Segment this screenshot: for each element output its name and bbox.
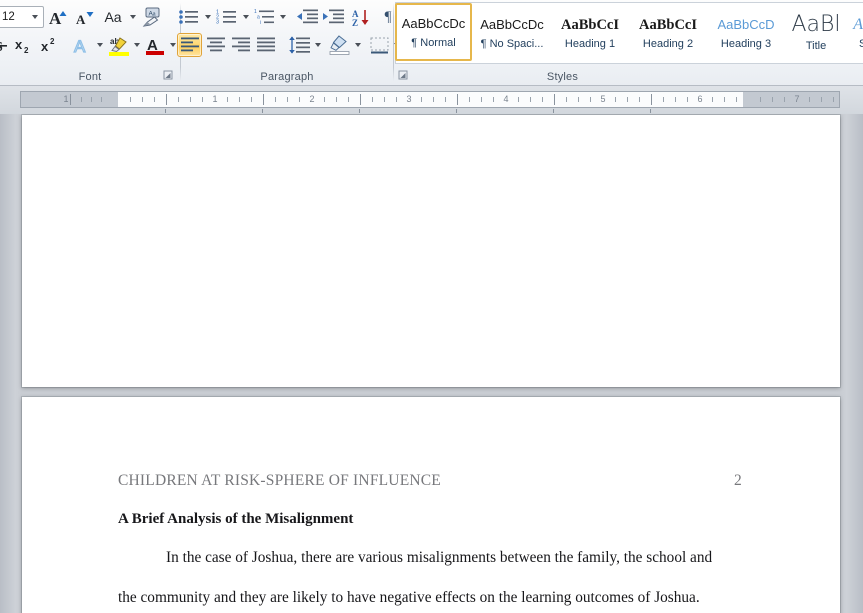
canvas-left-gutter [0, 114, 22, 613]
style-item-heading-1[interactable]: AaBbCcI Heading 1 [552, 4, 628, 62]
ruler-right-margin-zone [743, 92, 839, 107]
svg-text:A: A [74, 37, 86, 56]
font-dialog-launcher[interactable] [162, 69, 174, 81]
shading-dropdown-arrow[interactable] [351, 33, 364, 57]
font-size-value: 12 [2, 11, 15, 23]
change-case-dropdown-arrow[interactable] [126, 5, 139, 29]
ribbon-group-styles: AaBbCcDc ¶ Normal AaBbCcDc ¶ No Spaci...… [394, 0, 863, 85]
svg-text:S: S [0, 40, 3, 55]
style-preview-title: AaBl [791, 12, 841, 37]
svg-text:x: x [41, 39, 49, 54]
svg-text:2: 2 [24, 46, 29, 55]
numbering-dropdown-arrow[interactable] [239, 5, 252, 29]
svg-text:Z: Z [352, 18, 358, 27]
align-left-button[interactable] [177, 33, 202, 57]
numbering-button[interactable]: 1 2 3 [215, 5, 239, 29]
multilevel-list-dropdown-arrow[interactable] [276, 5, 289, 29]
document-page-1[interactable] [22, 115, 840, 387]
style-preview-heading-2: AaBbCcI [638, 17, 697, 33]
ribbon-group-font: 12 A A Aa A a x 2 x 2 A ab A Font [0, 0, 180, 85]
svg-text:a: a [153, 11, 156, 17]
document-page-number: 2 [734, 472, 742, 489]
style-name-title: Title [805, 40, 827, 52]
svg-text:A: A [76, 12, 86, 27]
document-body-line-1: In the case of Joshua, there are various… [166, 549, 713, 566]
style-preview-heading-3: AaBbCcD [717, 17, 775, 32]
ruler-number-2: 2 [309, 94, 315, 104]
document-canvas[interactable]: CHILDREN AT RISK-SPHERE OF INFLUENCE 2 A… [0, 114, 863, 613]
ruler-number-1: 1 [212, 94, 218, 104]
ribbon: 12 A A Aa A a x 2 x 2 A ab A Font 1 2 3 … [0, 0, 863, 86]
justify-button[interactable] [253, 33, 278, 57]
style-item-heading-2[interactable]: AaBbCcI Heading 2 [630, 4, 706, 62]
style-item-subtitle[interactable]: AaB Sul [846, 4, 863, 62]
font-size-dropdown-arrow[interactable] [27, 15, 43, 19]
align-right-button[interactable] [228, 33, 253, 57]
svg-text:2: 2 [50, 37, 55, 46]
borders-button[interactable] [367, 33, 391, 57]
style-name-no-spacing: ¶ No Spaci... [480, 38, 544, 50]
ruler-number-6: 6 [697, 94, 703, 104]
multilevel-list-button[interactable]: 1 a i [253, 5, 277, 29]
svg-text:x: x [15, 37, 23, 52]
svg-text:3: 3 [216, 20, 219, 26]
style-preview-normal: AaBbCcDc [401, 16, 466, 31]
text-highlight-dropdown-arrow[interactable] [130, 33, 143, 57]
shrink-font-button[interactable]: A [72, 5, 96, 29]
style-preview-subtitle: AaB [853, 16, 863, 33]
bullets-dropdown-arrow[interactable] [201, 5, 214, 29]
ribbon-group-styles-label: Styles [546, 71, 579, 83]
ruler-band: 1 1 2 3 4 5 6 7 [0, 86, 863, 203]
strikethrough-button[interactable]: S [0, 33, 12, 57]
line-spacing-dropdown-arrow[interactable] [311, 33, 324, 57]
canvas-right-gutter [840, 114, 863, 613]
superscript-button[interactable]: x 2 [38, 33, 64, 57]
style-name-subtitle: Sul [859, 36, 863, 52]
style-name-normal: ¶ Normal [411, 37, 456, 49]
decrease-indent-button[interactable] [294, 5, 320, 29]
clear-formatting-button[interactable]: A a [139, 5, 165, 29]
ribbon-group-font-label: Font [78, 71, 102, 83]
line-spacing-button[interactable] [286, 33, 312, 57]
document-heading: A Brief Analysis of the Misalignment [118, 511, 354, 527]
text-effects-button[interactable]: A [70, 33, 94, 57]
horizontal-ruler[interactable]: 1 1 2 3 4 5 6 7 [20, 91, 840, 108]
ruler-number-3: 3 [406, 94, 412, 104]
shading-button[interactable] [326, 33, 352, 57]
style-name-heading-1: Heading 1 [564, 38, 616, 50]
text-highlight-color-button[interactable]: ab [107, 33, 131, 57]
grow-font-button[interactable]: A [46, 5, 72, 29]
bullets-button[interactable] [177, 5, 201, 29]
subscript-button[interactable]: x 2 [12, 33, 38, 57]
document-body-line-2: the community and they are likely to hav… [118, 589, 700, 606]
style-item-normal[interactable]: AaBbCcDc ¶ Normal [395, 3, 472, 61]
style-item-title[interactable]: AaBl Title [786, 4, 846, 62]
increase-indent-button[interactable] [320, 5, 346, 29]
svg-text:A: A [49, 9, 62, 27]
ruler-number-left: 1 [63, 94, 69, 104]
style-name-heading-3: Heading 3 [720, 38, 772, 50]
align-center-button[interactable] [203, 33, 228, 57]
ruler-number-5: 5 [600, 94, 606, 104]
style-item-heading-3[interactable]: AaBbCcD Heading 3 [708, 4, 784, 62]
style-item-no-spacing[interactable]: AaBbCcDc ¶ No Spaci... [474, 4, 550, 62]
style-preview-heading-1: AaBbCcI [560, 17, 619, 33]
ruler-number-4: 4 [503, 94, 509, 104]
change-case-button[interactable]: Aa [99, 5, 127, 29]
font-color-button[interactable]: A [143, 33, 167, 57]
document-page-2[interactable]: CHILDREN AT RISK-SPHERE OF INFLUENCE 2 A… [22, 397, 840, 613]
sort-button[interactable]: A Z [349, 5, 373, 29]
style-preview-no-spacing: AaBbCcDc [480, 17, 544, 32]
ruler-number-7: 7 [794, 94, 800, 104]
svg-text:i: i [260, 20, 261, 26]
text-effects-dropdown-arrow[interactable] [93, 33, 106, 57]
style-name-heading-2: Heading 2 [642, 38, 694, 50]
document-running-head: CHILDREN AT RISK-SPHERE OF INFLUENCE [118, 472, 441, 489]
font-size-combo[interactable]: 12 [0, 6, 44, 28]
